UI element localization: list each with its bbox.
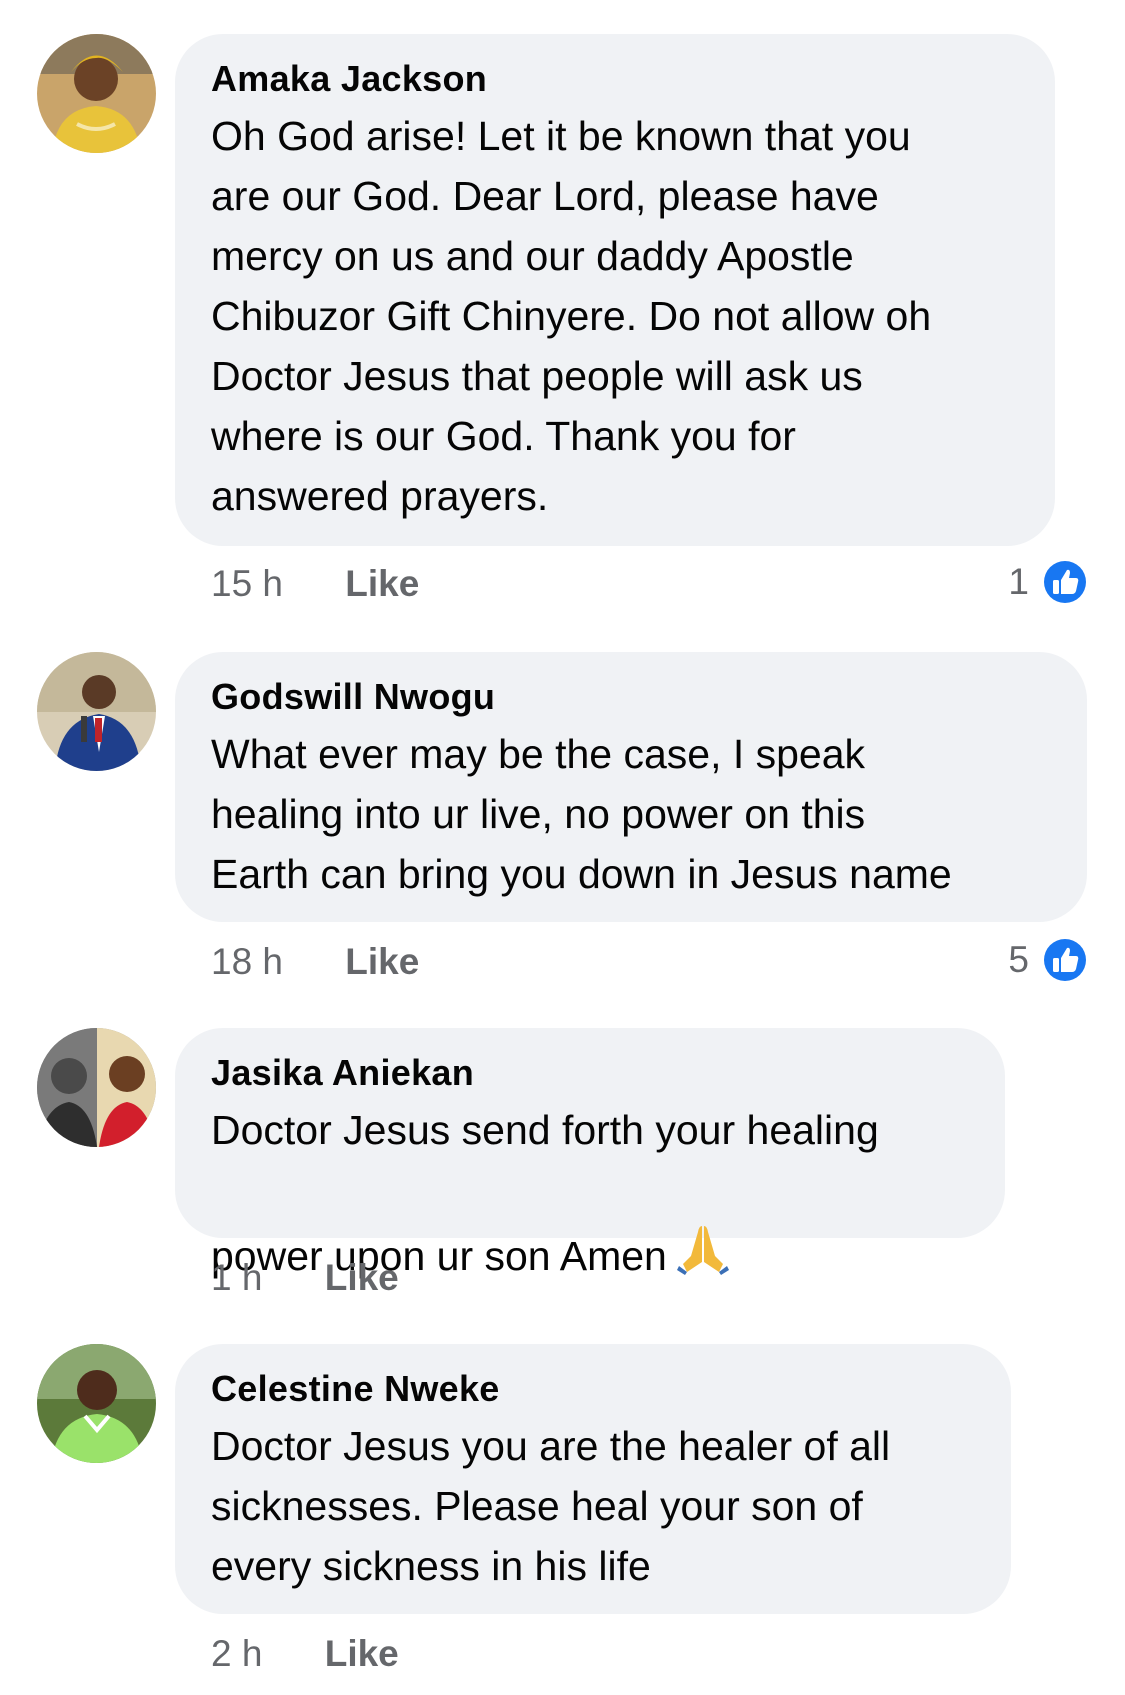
avatar-photo-icon: [37, 34, 156, 153]
avatar[interactable]: [37, 1028, 156, 1147]
comment-meta: 2 h Like: [211, 1632, 399, 1676]
comment-author[interactable]: Jasika Aniekan: [211, 1050, 969, 1096]
comment-bubble: Jasika Aniekan Doctor Jesus send forth y…: [175, 1028, 1005, 1279]
comment-time[interactable]: 18 h: [211, 940, 283, 984]
avatar-photo-icon: [37, 652, 156, 771]
reaction-count: 5: [1008, 939, 1029, 980]
comment-bubble: Celestine Nweke Doctor Jesus you are the…: [175, 1344, 1011, 1614]
avatar-photo-icon: [37, 1028, 156, 1147]
folded-hands-emoji: [675, 1160, 731, 1292]
comment-meta: 15 h Like: [211, 562, 419, 606]
avatar-photo-icon: [37, 1344, 156, 1463]
avatar[interactable]: [37, 652, 156, 771]
comment-time[interactable]: 2 h: [211, 1632, 262, 1676]
avatar[interactable]: [37, 1344, 156, 1463]
comment-text: What ever may be the case, I speak heali…: [211, 731, 952, 897]
reaction-summary[interactable]: 5: [1008, 936, 1089, 984]
like-button[interactable]: Like: [345, 940, 419, 984]
like-button[interactable]: Like: [345, 562, 419, 606]
avatar[interactable]: [37, 34, 156, 153]
comment-author[interactable]: Amaka Jackson: [211, 56, 1019, 102]
comment-bubble: Amaka Jackson Oh God arise! Let it be kn…: [175, 34, 1055, 546]
comment-text: Oh God arise! Let it be known that you a…: [211, 113, 932, 519]
comment-author[interactable]: Godswill Nwogu: [211, 674, 1051, 720]
comment-meta: 18 h Like: [211, 940, 419, 984]
like-button[interactable]: Like: [325, 1632, 399, 1676]
reaction-count: 1: [1008, 561, 1029, 602]
comment-time[interactable]: 1 h: [211, 1256, 262, 1300]
comment-meta: 1 h Like: [211, 1256, 399, 1300]
comment-time[interactable]: 15 h: [211, 562, 283, 606]
comment-author[interactable]: Celestine Nweke: [211, 1366, 975, 1412]
thumbs-up-icon: [1041, 558, 1089, 606]
thumbs-up-icon: [1041, 936, 1089, 984]
comment-bubble: Godswill Nwogu What ever may be the case…: [175, 652, 1087, 922]
reaction-summary[interactable]: 1: [1008, 558, 1089, 606]
comment-text: Doctor Jesus you are the healer of all s…: [211, 1423, 891, 1589]
comment-text-body: Doctor Jesus send forth your healing pow…: [211, 1107, 879, 1279]
like-button[interactable]: Like: [325, 1256, 399, 1300]
